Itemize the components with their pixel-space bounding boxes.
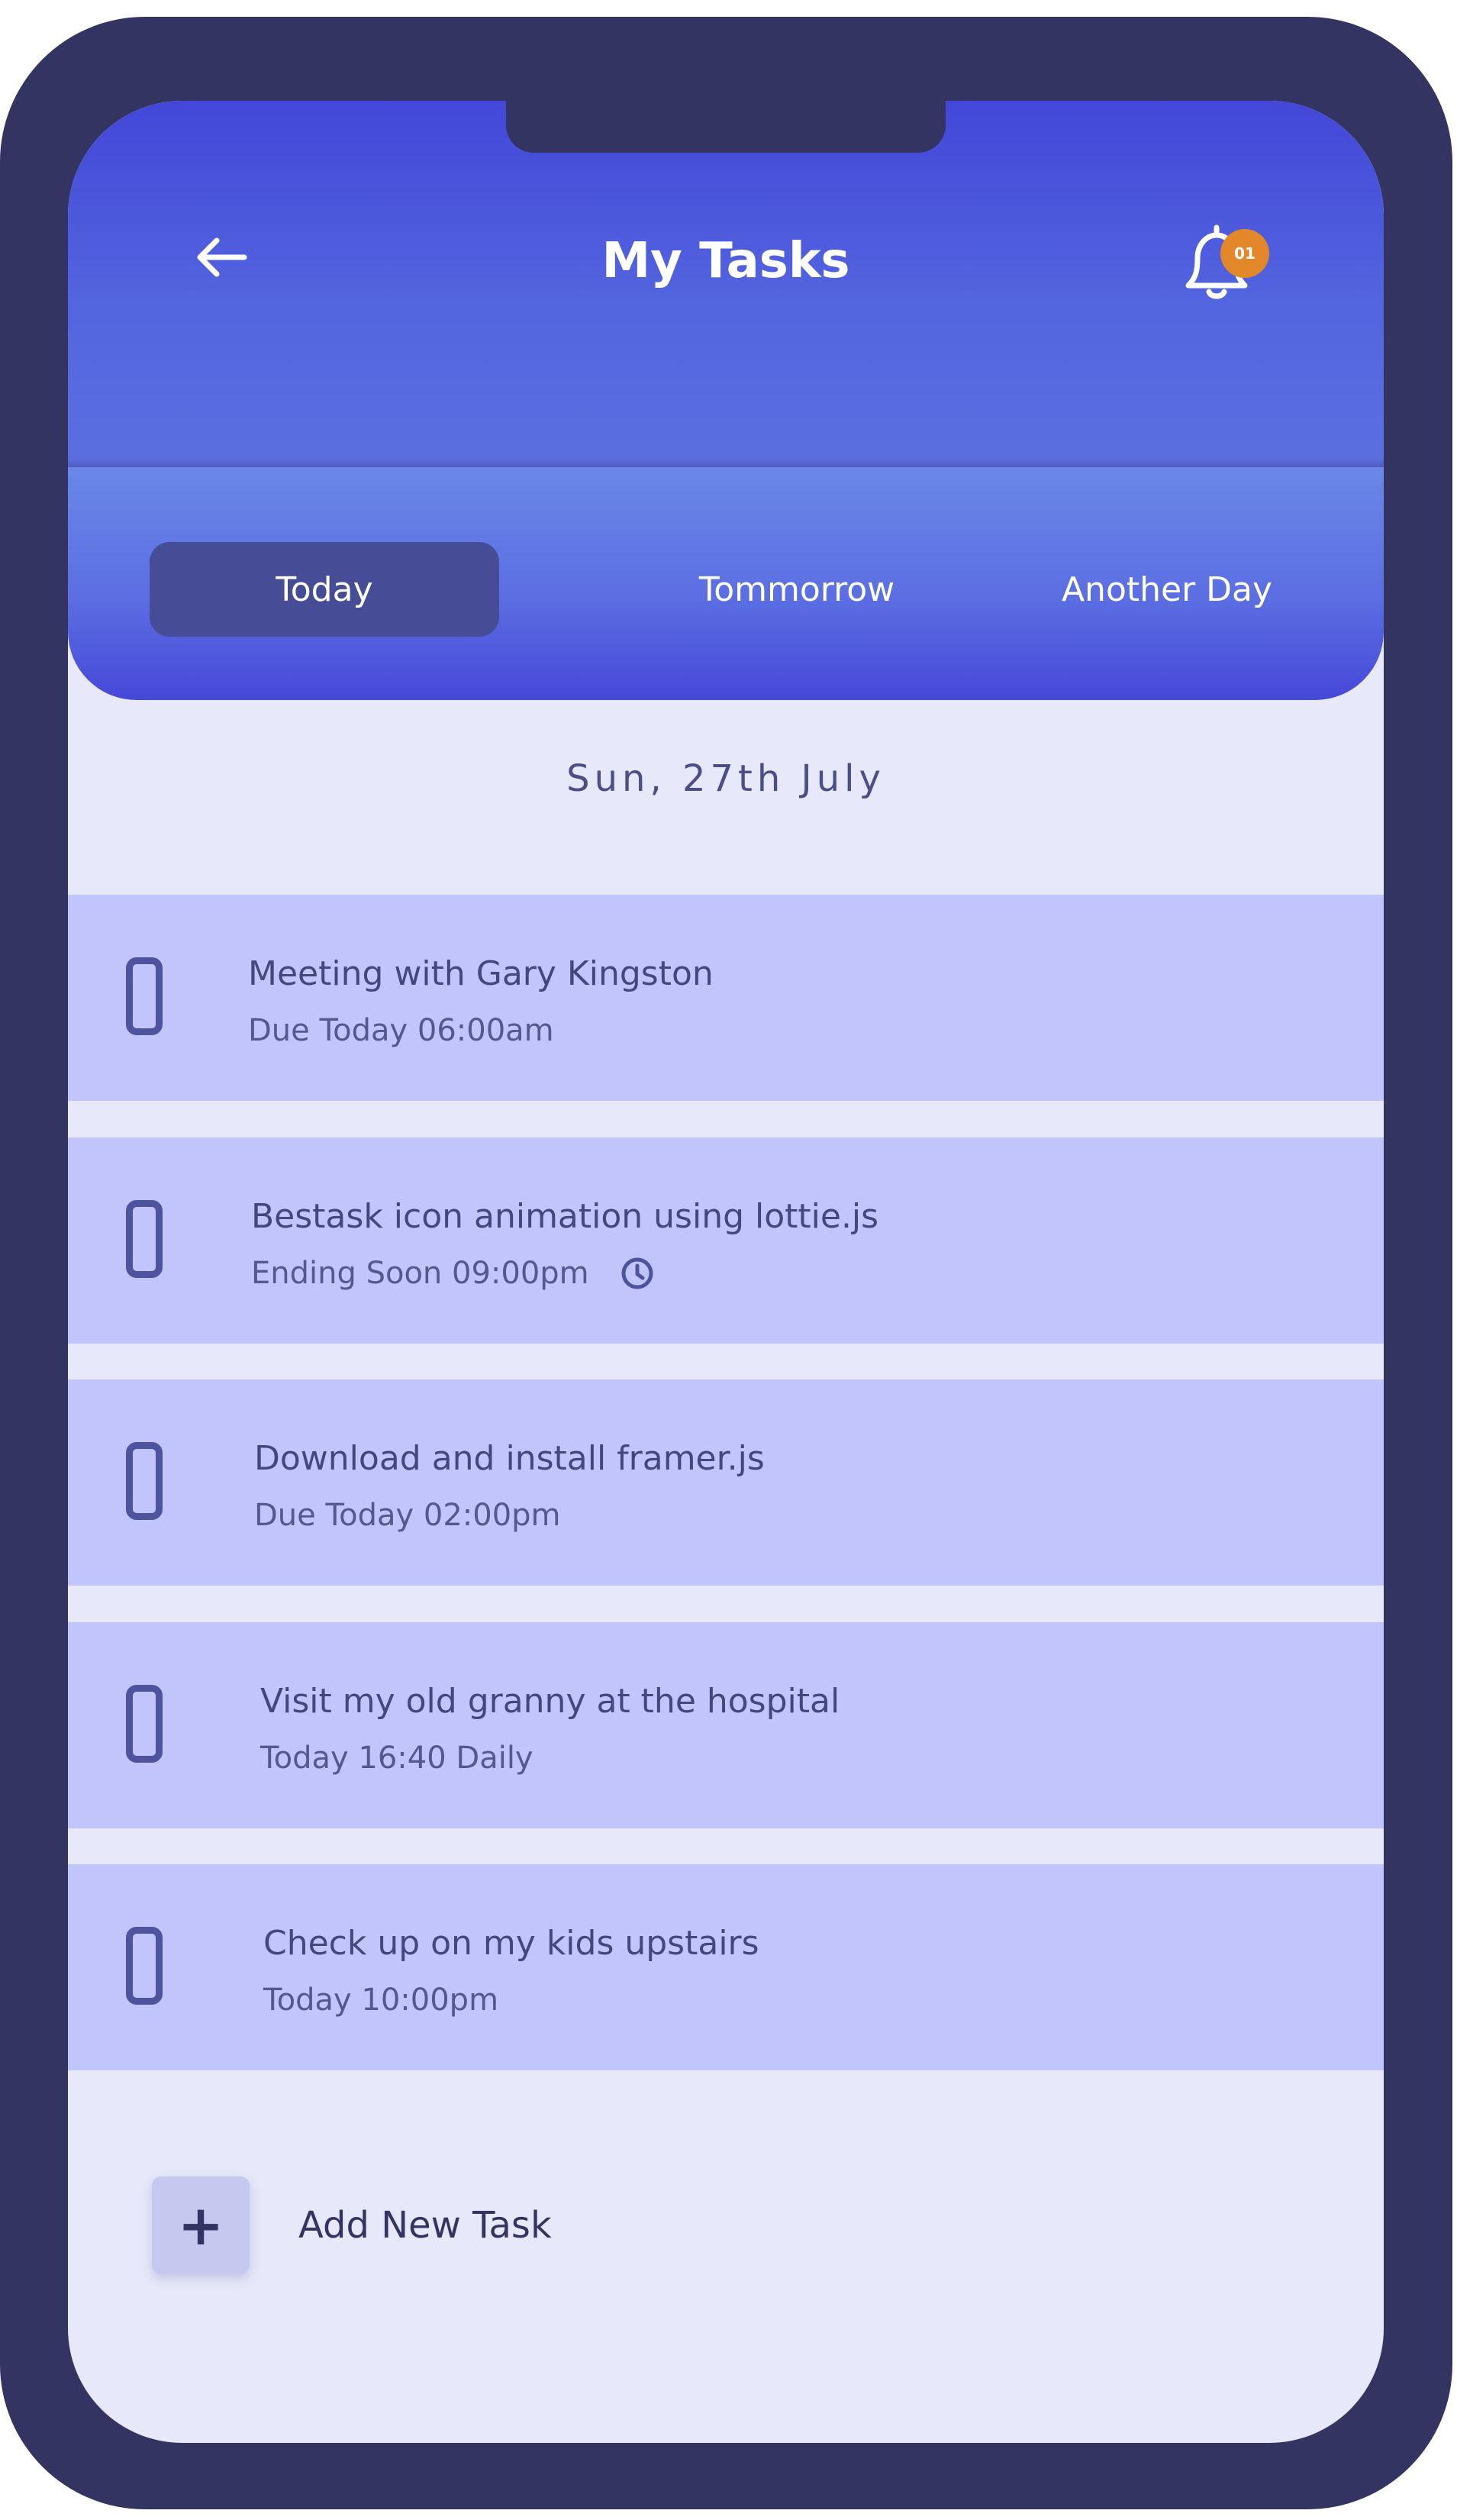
task-item[interactable]: Download and install framer.js Due Today… bbox=[68, 1379, 1384, 1586]
task-due-text: Today 10:00pm bbox=[263, 1983, 499, 2018]
phone-frame: My Tasks 01 Today Tommorrow Another Day … bbox=[0, 17, 1452, 2509]
device-notch bbox=[506, 101, 946, 153]
add-task-label[interactable]: Add New Task bbox=[298, 2204, 552, 2247]
task-due-text: Today 16:40 Daily bbox=[260, 1741, 533, 1776]
arrow-left-icon bbox=[197, 237, 247, 277]
tab-tomorrow[interactable]: Tommorrow bbox=[602, 542, 991, 637]
add-task-button[interactable]: + bbox=[152, 2176, 250, 2274]
task-due: Due Today 06:00am bbox=[248, 1011, 554, 1050]
notification-badge: 01 bbox=[1220, 229, 1269, 278]
task-title: Meeting with Gary Kingston bbox=[248, 954, 714, 993]
task-due: Today 10:00pm bbox=[263, 1980, 498, 2020]
task-title: Check up on my kids upstairs bbox=[263, 1924, 759, 1963]
tab-another-day[interactable]: Another Day bbox=[976, 542, 1358, 637]
app-screen: My Tasks 01 Today Tommorrow Another Day … bbox=[68, 101, 1384, 2443]
task-checkbox[interactable] bbox=[126, 957, 163, 1035]
task-due-text: Due Today 02:00pm bbox=[254, 1498, 561, 1533]
task-title: Download and install framer.js bbox=[254, 1439, 765, 1478]
task-due: Today 16:40 Daily bbox=[260, 1738, 533, 1778]
task-checkbox[interactable] bbox=[126, 1685, 163, 1763]
task-title: Visit my old granny at the hospital bbox=[260, 1682, 840, 1721]
task-checkbox[interactable] bbox=[126, 1927, 163, 2005]
task-checkbox[interactable] bbox=[126, 1200, 163, 1278]
task-checkbox[interactable] bbox=[126, 1442, 163, 1520]
date-label: Sun, 27th July bbox=[566, 757, 885, 800]
page-title: My Tasks bbox=[601, 233, 850, 289]
back-button[interactable] bbox=[186, 231, 255, 284]
task-item[interactable]: Meeting with Gary Kingston Due Today 06:… bbox=[68, 895, 1384, 1101]
tab-today[interactable]: Today bbox=[150, 542, 499, 637]
task-item[interactable]: Bestask icon animation using lottie.js E… bbox=[68, 1137, 1384, 1344]
add-new-task[interactable]: + Add New Task bbox=[152, 2176, 552, 2275]
task-due-text: Ending Soon 09:00pm bbox=[251, 1256, 589, 1291]
task-item[interactable]: Check up on my kids upstairs Today 10:00… bbox=[68, 1864, 1384, 2070]
clock-icon bbox=[621, 1257, 653, 1289]
task-item[interactable]: Visit my old granny at the hospital Toda… bbox=[68, 1622, 1384, 1828]
task-due: Due Today 02:00pm bbox=[254, 1496, 561, 1535]
task-title: Bestask icon animation using lottie.js bbox=[251, 1197, 879, 1236]
task-due: Ending Soon 09:00pm bbox=[251, 1254, 655, 1293]
task-due-text: Due Today 06:00am bbox=[248, 1013, 554, 1048]
